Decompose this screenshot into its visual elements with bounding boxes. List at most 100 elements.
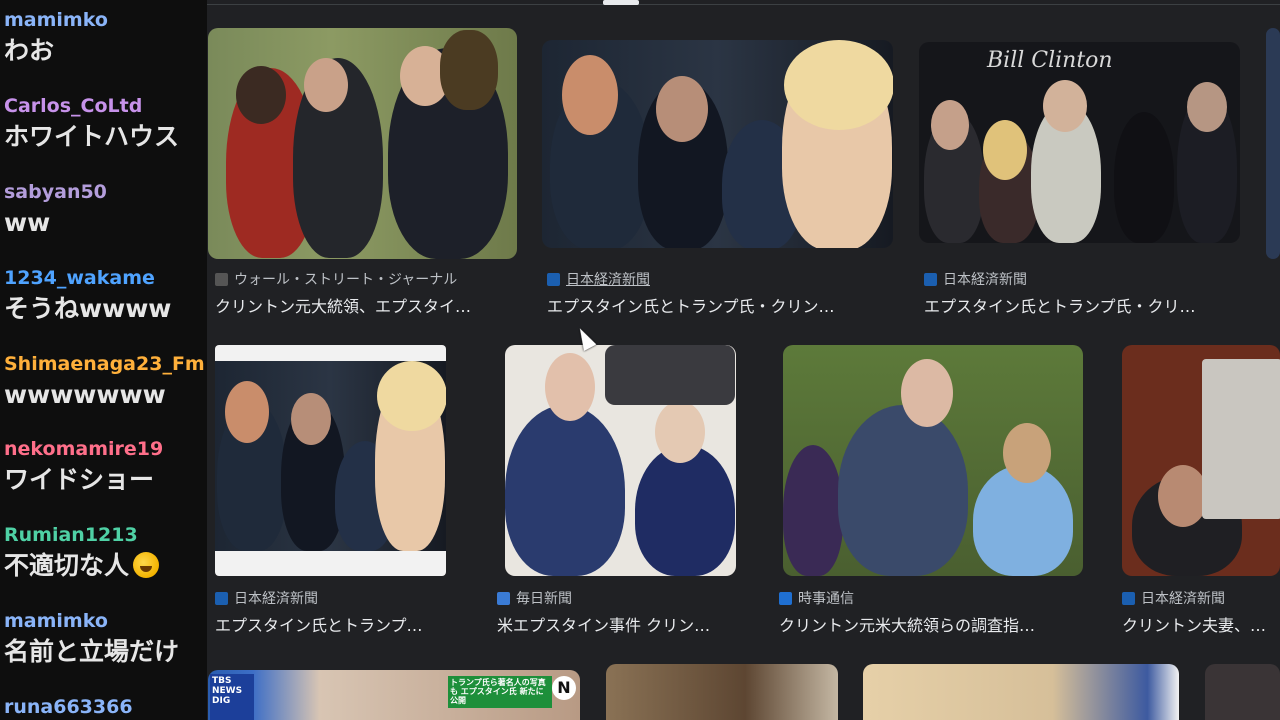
person-shape [1043,80,1087,132]
nikkei-icon [547,272,560,286]
result-source: 日本経済新聞 [547,269,650,289]
news-banner: トランプ氏ら著名人の写真も エプスタイン氏 新たに公開 [448,676,552,708]
tab-indicator [603,0,639,5]
chat-message: Rumian1213 不適切な人 [4,523,207,583]
image-results-grid: ウォール・ストリート・ジャーナル クリントン元大統領、エプスタイ… 日本経済新聞… [207,0,1280,720]
rofl-emoji-icon [133,552,160,578]
mirror-shape [440,30,498,110]
result-thumbnail[interactable]: TBS NEWS DIG トランプ氏ら著名人の写真も エプスタイン氏 新たに公開… [208,670,580,720]
result-thumbnail[interactable] [606,664,838,720]
person-shape [505,405,625,576]
person-shape [1114,112,1174,243]
result-thumbnail[interactable] [215,345,446,576]
image-result-card-partial[interactable] [1266,28,1280,318]
person-shape [1158,465,1208,527]
result-title[interactable]: エプスタイン氏とトランプ… [215,612,455,636]
person-shape [225,381,269,443]
chat-text: ワイドショー [4,465,155,494]
result-thumbnail[interactable] [542,40,893,248]
image-result-card[interactable]: 時事通信 クリントン元米大統領らの調査指… [779,345,1099,635]
person-shape [931,100,969,150]
result-source: 日本経済新聞 [1122,588,1225,608]
result-thumbnail[interactable] [1122,345,1280,576]
chat-username: mamimko [4,9,108,31]
chat-username: Carlos_CoLtd [4,95,143,117]
image-result-card[interactable]: 毎日新聞 米エプスタイン事件 クリン… [497,345,759,635]
result-source: 時事通信 [779,588,854,608]
chat-username: mamimko [4,610,108,632]
result-thumbnail[interactable] [505,345,736,576]
image-result-card[interactable]: 日本経済新聞 エプスタイン氏とトランプ… [215,345,457,635]
chat-panel: mamimko わお Carlos_CoLtd ホワイトハウス sabyan50… [0,0,207,720]
result-thumbnail[interactable] [208,28,517,259]
result-source: ウォール・ストリート・ジャーナル [215,269,457,289]
tbs-news-dig-logo: TBS NEWS DIG [210,674,254,720]
person-shape [655,401,705,463]
image-result-card[interactable] [863,664,1179,720]
person-shape [783,445,843,576]
result-thumbnail[interactable]: Bill Clinton [919,42,1240,243]
image-result-card[interactable]: Bill Clinton 日本経済新聞 エプスタイン氏とトランプ氏・クリ… [919,42,1241,318]
chat-text: わお [4,36,55,65]
result-thumbnail[interactable] [783,345,1083,576]
chat-text: そうねwwww [4,294,172,323]
result-title[interactable]: クリントン元米大統領らの調査指… [779,612,1094,636]
mainichi-icon [497,591,510,605]
person-shape [656,76,708,142]
result-thumbnail[interactable] [863,664,1179,720]
chat-message: mamimko わお [4,8,207,68]
image-result-card-partial[interactable] [1205,664,1280,720]
jiji-icon [779,591,792,605]
result-title[interactable]: クリントン元大統領、エプスタイ… [215,293,515,317]
person-shape [1003,423,1051,483]
person-shape [304,58,348,112]
image-result-card[interactable] [606,664,838,720]
result-title[interactable]: エプスタイン氏とトランプ氏・クリ… [924,293,1238,317]
result-title[interactable]: クリントン夫妻、… [1122,612,1280,636]
crowd-shape [605,345,735,405]
result-title[interactable]: エプスタイン氏とトランプ氏・クリン… [547,293,887,317]
wsj-icon [215,272,228,286]
photo-area [215,361,446,551]
chat-text: 名前と立場だけ [4,637,180,666]
image-result-card[interactable]: 日本経済新聞 エプスタイン氏とトランプ氏・クリン… [542,40,894,318]
chat-message: Shimaenaga23_Fm wwwwwww [4,352,207,412]
result-source: 日本経済新聞 [215,588,318,608]
divider [207,4,1280,5]
person-shape [291,393,331,445]
chat-message: Carlos_CoLtd ホワイトハウス [4,94,207,154]
nikkei-icon [924,272,937,286]
nikkei-icon [215,591,228,605]
chat-username: Shimaenaga23_Fm [4,353,205,375]
person-shape [545,353,595,421]
chat-message: nekomamire19 ワイドショー [4,437,207,497]
chat-text: wwwwwww [4,380,166,409]
image-result-card[interactable]: 日本経済新聞 クリントン夫妻、… [1122,345,1280,635]
screen-shape [1202,359,1280,519]
person-shape [635,445,735,576]
result-thumbnail[interactable] [1205,664,1280,720]
person-shape [562,55,618,135]
n-logo-icon: N [552,676,576,700]
chat-username: runa663366 [4,696,133,718]
result-title[interactable]: 米エプスタイン事件 クリン… [497,612,752,636]
chat-username: Rumian1213 [4,524,138,546]
chat-username: nekomamire19 [4,438,164,460]
person-shape [983,120,1027,180]
person-shape [838,405,968,576]
person-shape [236,66,286,124]
chat-message: sabyan50 ww [4,180,207,240]
result-source: 毎日新聞 [497,588,572,608]
chat-message: runa663366 [4,695,207,719]
chat-message: mamimko 名前と立場だけ [4,609,207,669]
nikkei-icon [1122,591,1135,605]
autograph: Bill Clinton [987,48,1113,73]
image-result-card[interactable]: TBS NEWS DIG トランプ氏ら著名人の写真も エプスタイン氏 新たに公開… [208,670,580,720]
chat-text: ww [4,208,51,237]
person-shape [901,359,953,427]
image-result-card[interactable]: ウォール・ストリート・ジャーナル クリントン元大統領、エプスタイ… [208,28,517,318]
person-shape [784,40,893,130]
result-thumbnail[interactable] [1266,28,1280,259]
chat-username: sabyan50 [4,181,107,203]
chat-username: 1234_wakame [4,267,155,289]
